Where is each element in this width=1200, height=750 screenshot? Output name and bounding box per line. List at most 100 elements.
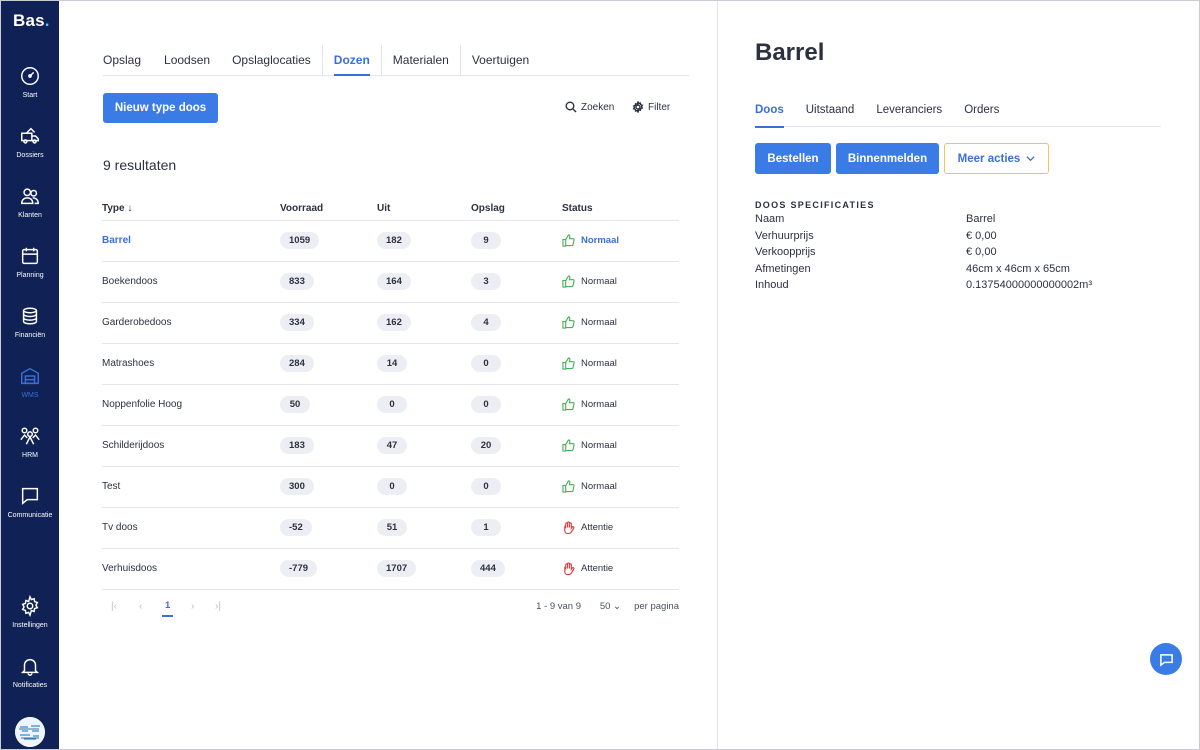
column-status[interactable]: Status bbox=[562, 198, 679, 221]
column-label: Status bbox=[562, 203, 593, 215]
search-label: Zoeken bbox=[581, 101, 615, 113]
logo-dot: . bbox=[44, 11, 50, 30]
table-row[interactable]: Tv doos -52 51 1 Attentie bbox=[102, 507, 679, 549]
table-body: Barrel 1059 182 9 Normaal Boekendoos 833 164 3 No… bbox=[102, 220, 679, 590]
thumbs-up-icon bbox=[562, 316, 575, 329]
sidebar-item-instellingen[interactable]: Instellingen bbox=[1, 595, 59, 645]
out-badge: 0 bbox=[377, 478, 407, 495]
stock-badge: -779 bbox=[280, 560, 318, 577]
out-badge: 182 bbox=[377, 232, 411, 249]
out-badge: 51 bbox=[377, 519, 407, 536]
tab-uitstaand[interactable]: Uitstaand bbox=[806, 96, 855, 127]
tab-orders[interactable]: Orders bbox=[964, 96, 999, 127]
row-voorraad-cell: 183 bbox=[280, 425, 377, 467]
row-type[interactable]: Boekendoos bbox=[102, 261, 280, 303]
last-page-icon[interactable]: ›| bbox=[215, 601, 221, 612]
column-label: Uit bbox=[377, 203, 391, 215]
sidebar-item-financien[interactable]: Financiën bbox=[1, 305, 59, 355]
sidebar-item-label: Notificaties bbox=[12, 682, 48, 689]
sidebar-item-label: Dossiers bbox=[16, 152, 44, 159]
search-icon bbox=[565, 101, 577, 113]
next-page-icon[interactable]: › bbox=[191, 601, 194, 612]
tab-leveranciers[interactable]: Leveranciers bbox=[876, 96, 942, 127]
sidebar-item-communicatie[interactable]: Communicatie bbox=[1, 485, 59, 535]
status-label: Normaal bbox=[581, 276, 617, 287]
results-count: 9 resultaten bbox=[103, 157, 177, 173]
stock-badge: 1059 bbox=[280, 232, 320, 249]
sidebar-item-klanten[interactable]: Klanten bbox=[1, 185, 59, 235]
storage-badge: 1 bbox=[471, 519, 501, 536]
row-type[interactable]: Noppenfolie Hoog bbox=[102, 384, 280, 426]
logo[interactable]: Bas. bbox=[13, 11, 50, 31]
table-row[interactable]: Garderobedoos 334 162 4 Normaal bbox=[102, 302, 679, 344]
table-row[interactable]: Schilderijdoos 183 47 20 Normaal bbox=[102, 425, 679, 467]
row-type[interactable]: Matrashoes bbox=[102, 343, 280, 385]
tab-dozen[interactable]: Dozen bbox=[321, 45, 381, 76]
search-button[interactable]: Zoeken bbox=[565, 101, 614, 113]
column-opslag[interactable]: Opslag bbox=[471, 198, 562, 221]
table-row[interactable]: Noppenfolie Hoog 50 0 0 Normaal bbox=[102, 384, 679, 426]
row-uit-cell: 0 bbox=[377, 384, 471, 426]
table-row[interactable]: Barrel 1059 182 9 Normaal bbox=[102, 220, 679, 262]
table-row[interactable]: Boekendoos 833 164 3 Normaal bbox=[102, 261, 679, 303]
sidebar-item-hrm[interactable]: HRM bbox=[1, 425, 59, 475]
prev-page-icon[interactable]: ‹ bbox=[139, 601, 142, 612]
tab-label: Materialen bbox=[392, 53, 449, 67]
row-type[interactable]: Schilderijdoos bbox=[102, 425, 280, 467]
row-opslag-cell: 444 bbox=[471, 548, 562, 590]
sidebar-item-notificaties[interactable]: Notificaties bbox=[1, 655, 59, 705]
row-opslag-cell: 0 bbox=[471, 343, 562, 385]
out-badge: 0 bbox=[377, 396, 407, 413]
column-voorraad[interactable]: Voorraad bbox=[280, 198, 377, 221]
row-type[interactable]: Test bbox=[102, 466, 280, 508]
storage-badge: 0 bbox=[471, 478, 501, 495]
box-types-table: Type ↓ Voorraad Uit Opslag Status Barrel… bbox=[102, 198, 679, 590]
filter-button[interactable]: Filter bbox=[632, 101, 670, 113]
row-type[interactable]: Garderobedoos bbox=[102, 302, 280, 344]
order-button[interactable]: Bestellen bbox=[755, 143, 831, 174]
row-opslag-cell: 9 bbox=[471, 220, 562, 262]
report-in-button[interactable]: Binnenmelden bbox=[836, 143, 939, 174]
page-number[interactable]: 1 bbox=[162, 600, 174, 617]
main-panel: Opslag Loodsen Opslaglocaties Dozen Mate… bbox=[59, 1, 717, 749]
row-type[interactable]: Verhuisdoos bbox=[102, 548, 280, 590]
first-page-icon[interactable]: |‹ bbox=[111, 601, 117, 612]
row-type[interactable]: Barrel bbox=[102, 220, 280, 262]
sidebar-item-wms[interactable]: WMS bbox=[1, 365, 59, 415]
table-row[interactable]: Verhuisdoos -779 1707 444 Attentie bbox=[102, 548, 679, 590]
row-type[interactable]: Tv doos bbox=[102, 507, 280, 549]
sidebar-item-planning[interactable]: Planning bbox=[1, 245, 59, 295]
tab-loodsen[interactable]: Loodsen bbox=[153, 45, 221, 76]
spec-value: Barrel bbox=[966, 213, 996, 225]
table-row[interactable]: Matrashoes 284 14 0 Normaal bbox=[102, 343, 679, 385]
storage-badge: 20 bbox=[471, 437, 501, 454]
sidebar-item-dossiers[interactable]: Dossiers bbox=[1, 125, 59, 175]
storage-badge: 0 bbox=[471, 355, 501, 372]
row-opslag-cell: 20 bbox=[471, 425, 562, 467]
new-box-type-button[interactable]: Nieuw type doos bbox=[103, 93, 218, 123]
sidebar-item-start[interactable]: Start bbox=[1, 65, 59, 115]
per-page-label: per pagina bbox=[634, 601, 679, 612]
tab-materialen[interactable]: Materialen bbox=[380, 45, 460, 76]
tab-voertuigen[interactable]: Voertuigen bbox=[459, 45, 540, 76]
status-label: Normaal bbox=[581, 235, 620, 246]
tab-opslaglocaties[interactable]: Opslaglocaties bbox=[221, 45, 322, 76]
page-size-select[interactable]: 50 ⌄ bbox=[600, 601, 621, 612]
support-chat-button[interactable] bbox=[1150, 643, 1182, 675]
status-badge: Normaal bbox=[562, 275, 679, 288]
row-opslag-cell: 3 bbox=[471, 261, 562, 303]
tab-opslag[interactable]: Opslag bbox=[103, 45, 153, 76]
table-row[interactable]: Test 300 0 0 Normaal bbox=[102, 466, 679, 508]
column-uit[interactable]: Uit bbox=[377, 198, 471, 221]
tab-doos[interactable]: Doos bbox=[755, 96, 784, 128]
row-uit-cell: 162 bbox=[377, 302, 471, 344]
column-type[interactable]: Type ↓ bbox=[102, 198, 280, 221]
stock-badge: 334 bbox=[280, 314, 314, 331]
tab-label: Opslaglocaties bbox=[232, 53, 311, 67]
avatar[interactable] bbox=[15, 717, 45, 747]
detail-title: Barrel bbox=[755, 39, 825, 66]
row-uit-cell: 47 bbox=[377, 425, 471, 467]
tab-label: Dozen bbox=[333, 53, 370, 67]
more-actions-button[interactable]: Meer acties bbox=[944, 143, 1049, 174]
logo-text: Bas bbox=[13, 11, 45, 30]
